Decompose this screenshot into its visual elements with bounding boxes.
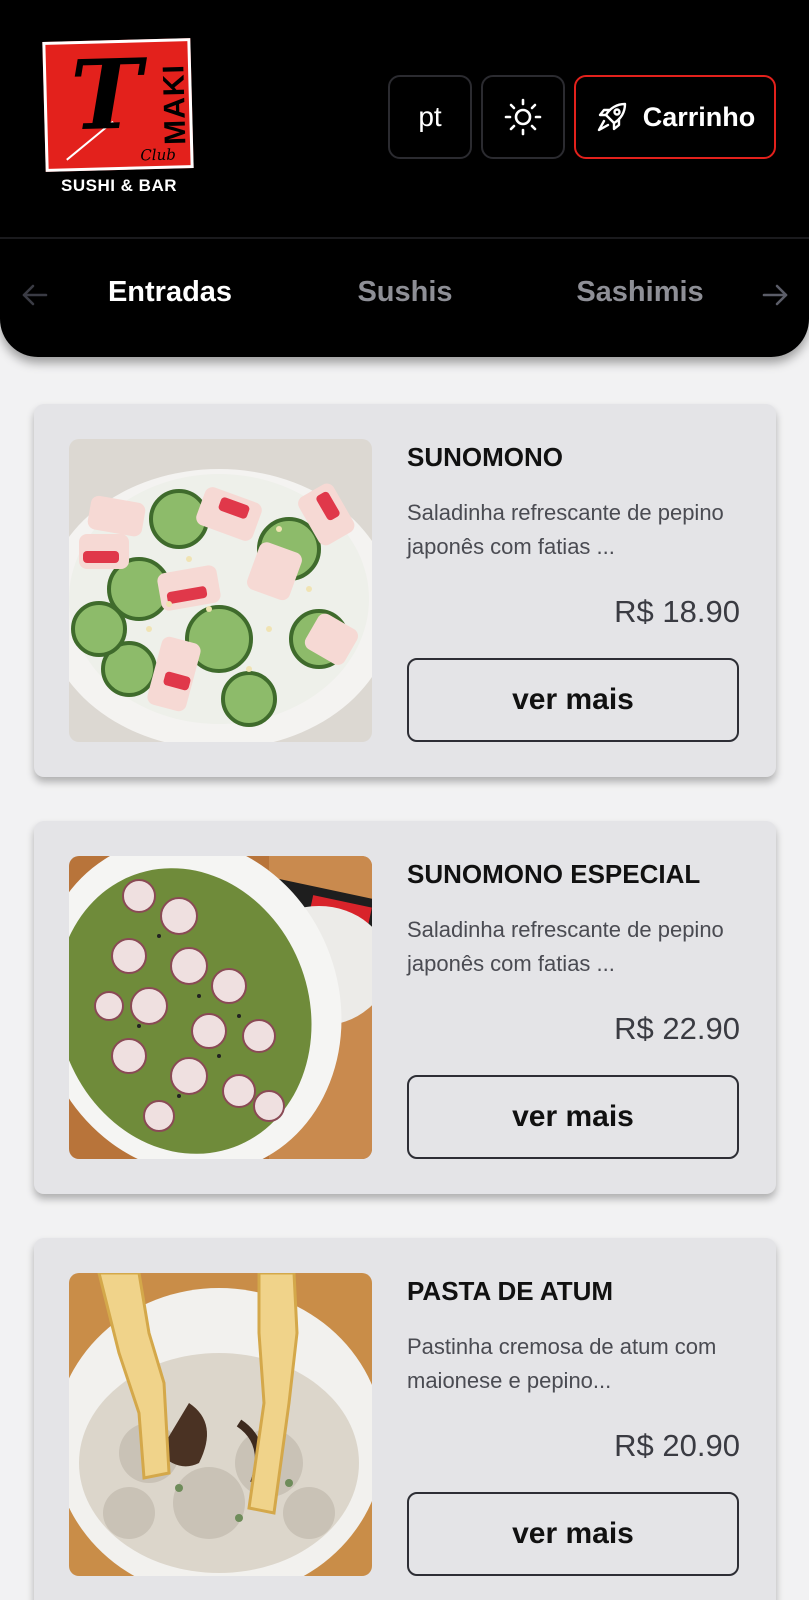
ver-mais-label: ver mais: [512, 683, 634, 716]
brand-logo[interactable]: T MAKI Club SUSHI & BAR: [40, 37, 198, 200]
cart-label: Carrinho: [642, 101, 756, 132]
theme-toggle-button[interactable]: [481, 75, 565, 159]
ver-mais-button[interactable]: ver mais: [407, 1492, 739, 1576]
product-image[interactable]: [69, 1273, 372, 1576]
ver-mais-label: ver mais: [512, 1517, 634, 1550]
ver-mais-button[interactable]: ver mais: [407, 1075, 739, 1159]
product-price: R$ 18.90: [614, 594, 740, 629]
ver-mais-button[interactable]: ver mais: [407, 658, 739, 742]
product-title: SUNOMONO: [407, 442, 563, 472]
rocket-icon: [597, 102, 626, 132]
product-price: R$ 22.90: [614, 1011, 740, 1046]
product-price: R$ 20.90: [614, 1428, 740, 1463]
arrow-left-icon[interactable]: [20, 280, 50, 310]
cart-button[interactable]: Carrinho: [574, 75, 776, 159]
tab-sushis[interactable]: Sushis: [340, 276, 470, 309]
product-description: Saladinha refrescante de pepino japonês …: [407, 500, 724, 559]
logo-word: MAKI: [157, 63, 193, 146]
product-title: SUNOMONO ESPECIAL: [407, 859, 701, 889]
sun-icon: [504, 98, 542, 136]
arrow-right-icon[interactable]: [760, 280, 790, 310]
app-header: T MAKI Club SUSHI & BAR pt Carrinho Entr…: [0, 0, 809, 357]
product-image[interactable]: [69, 439, 372, 742]
logo-emblem: T MAKI Club: [42, 37, 194, 172]
logo-subtitle: SUSHI & BAR: [60, 176, 177, 195]
language-button[interactable]: pt: [388, 75, 472, 159]
product-description: Saladinha refrescante de pepino japonês …: [407, 917, 724, 976]
product-title: PASTA DE ATUM: [407, 1276, 614, 1306]
product-card[interactable]: SUNOMONO Saladinha refrescante de pepino…: [34, 404, 776, 777]
product-image[interactable]: [69, 856, 372, 1159]
product-card[interactable]: PASTA DE ATUM Pastinha cremosa de atum c…: [34, 1238, 776, 1600]
tab-entradas[interactable]: Entradas: [90, 276, 250, 309]
logo-letter: T: [69, 37, 144, 153]
logo-script: Club: [140, 145, 177, 165]
product-card[interactable]: SUNOMONO ESPECIAL Saladinha refrescante …: [34, 821, 776, 1194]
tab-sashimis[interactable]: Sashimis: [565, 276, 715, 309]
ver-mais-label: ver mais: [512, 1100, 634, 1133]
header-divider: [0, 237, 809, 239]
product-description: Pastinha cremosa de atum com maionese e …: [407, 1334, 717, 1393]
language-label: pt: [418, 101, 442, 132]
